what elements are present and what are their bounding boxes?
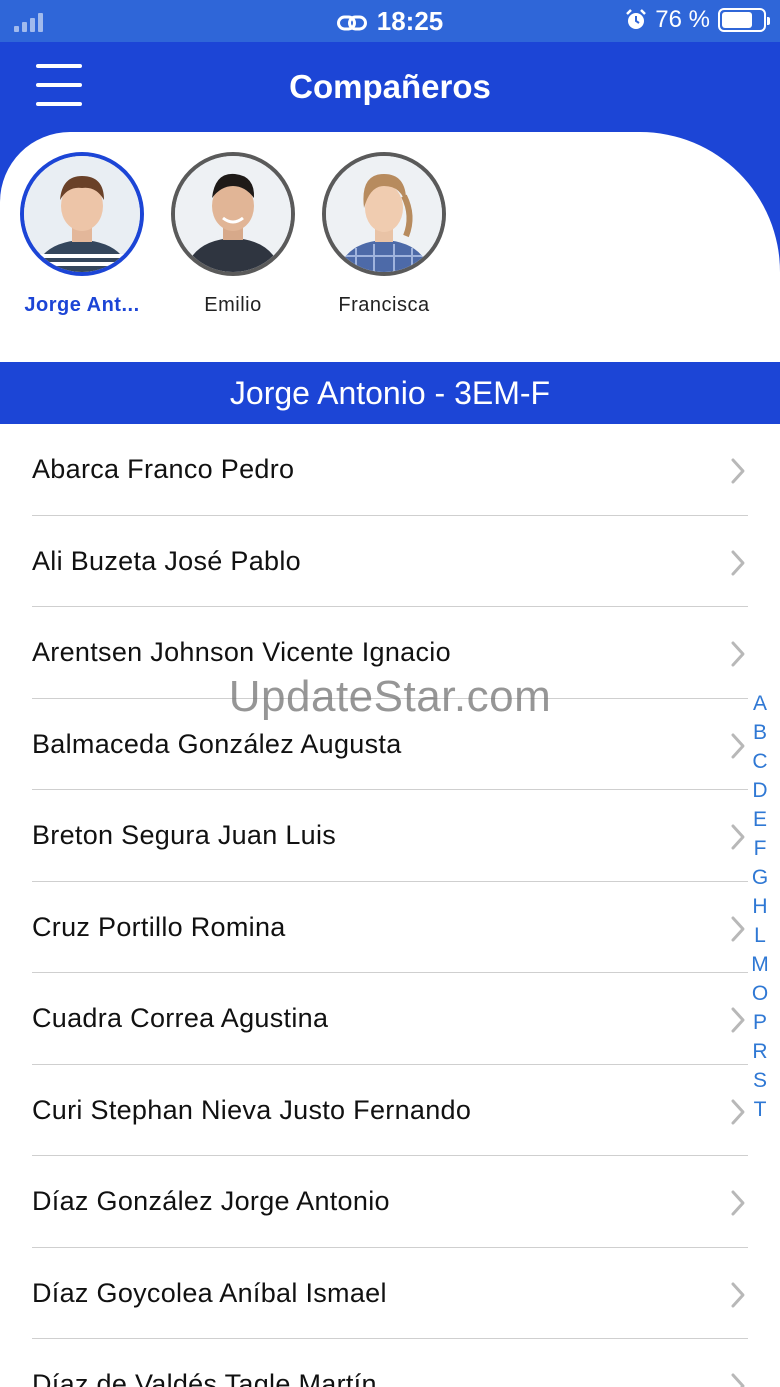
chevron-right-icon [731,1007,745,1033]
index-letter[interactable]: G [748,866,772,895]
classmate-name: Cruz Portillo Romina [32,911,286,942]
chevron-right-icon [731,641,745,667]
status-time: 18:25 [376,6,444,36]
alarm-icon [626,9,647,29]
chevron-right-icon [731,1099,745,1124]
classmate-name: Cuadra Correa Agustina [32,1003,329,1033]
chevron-right-icon [731,916,745,941]
page-title: Compañeros [289,68,491,105]
classmate-name: Díaz González Jorge Antonio [32,1186,390,1216]
list-item[interactable]: Balmaceda González Augusta [0,699,780,790]
index-letter[interactable]: H [748,895,772,924]
list-item[interactable]: Díaz de Valdés Tagle Martín [0,1339,780,1387]
status-bar: 18:25 76 % [0,0,780,42]
index-letter[interactable]: F [748,837,772,866]
list-item[interactable]: Arentsen Johnson Vicente Ignacio [0,607,780,699]
nav-header: Compañeros [0,42,780,134]
battery-icon [718,8,770,32]
index-letter[interactable]: L [748,924,772,953]
list-item[interactable]: Breton Segura Juan Luis [0,790,780,882]
list-item[interactable]: Curi Stephan Nieva Justo Fernando [0,1065,780,1156]
avatar [171,152,295,276]
chevron-right-icon [731,458,745,484]
student-avatar-emilio[interactable]: Emilio [158,152,308,317]
index-letter[interactable]: D [748,779,772,808]
chevron-right-icon [731,1282,745,1307]
index-letter[interactable]: T [748,1098,772,1127]
index-letter[interactable]: M [748,953,772,982]
chevron-right-icon [731,1190,745,1216]
classmate-name: Curi Stephan Nieva Justo Fernando [32,1094,472,1125]
index-letter[interactable]: C [748,750,772,779]
index-letter[interactable]: B [748,721,772,750]
chevron-right-icon [731,733,745,758]
index-letter[interactable]: A [748,692,772,721]
classmate-list: Abarca Franco Pedro Ali Buzeta José Pablo… [0,424,780,1387]
avatar [322,152,446,276]
list-item[interactable]: Díaz González Jorge Antonio [0,1156,780,1248]
battery-percent: 76 % [655,6,710,33]
classmate-name: Abarca Franco Pedro [32,454,295,484]
index-letter[interactable]: P [748,1011,772,1040]
alphabet-index[interactable]: ABCDEFGHLMOPRST [748,692,772,1127]
classmate-name: Díaz de Valdés Tagle Martín [32,1369,377,1387]
classmate-name: Ali Buzeta José Pablo [32,545,301,576]
avatar [20,152,144,276]
link-icon [336,15,367,31]
chevron-right-icon [731,824,745,850]
index-letter[interactable]: R [748,1040,772,1069]
chevron-right-icon [731,1373,745,1387]
list-item[interactable]: Cuadra Correa Agustina [0,973,780,1065]
selected-student-header: Jorge Antonio - 3EM-F [0,362,780,424]
list-item[interactable]: Cruz Portillo Romina [0,882,780,973]
student-selector: Jorge Ant... Emilio Francisca [0,132,780,364]
classmate-name: Breton Segura Juan Luis [32,820,337,850]
list-item[interactable]: Díaz Goycolea Aníbal Ismael [0,1248,780,1339]
classmate-name: Díaz Goycolea Aníbal Ismael [32,1277,387,1308]
index-letter[interactable]: E [748,808,772,837]
classmate-name: Balmaceda González Augusta [32,728,402,759]
chevron-right-icon [731,550,745,575]
list-item[interactable]: Abarca Franco Pedro [0,424,780,516]
student-avatar-jorge[interactable]: Jorge Ant... [7,152,157,317]
index-letter[interactable]: O [748,982,772,1011]
list-item[interactable]: Ali Buzeta José Pablo [0,516,780,607]
student-avatar-francisca[interactable]: Francisca [309,152,459,317]
classmate-name: Arentsen Johnson Vicente Ignacio [32,637,451,667]
index-letter[interactable]: S [748,1069,772,1098]
